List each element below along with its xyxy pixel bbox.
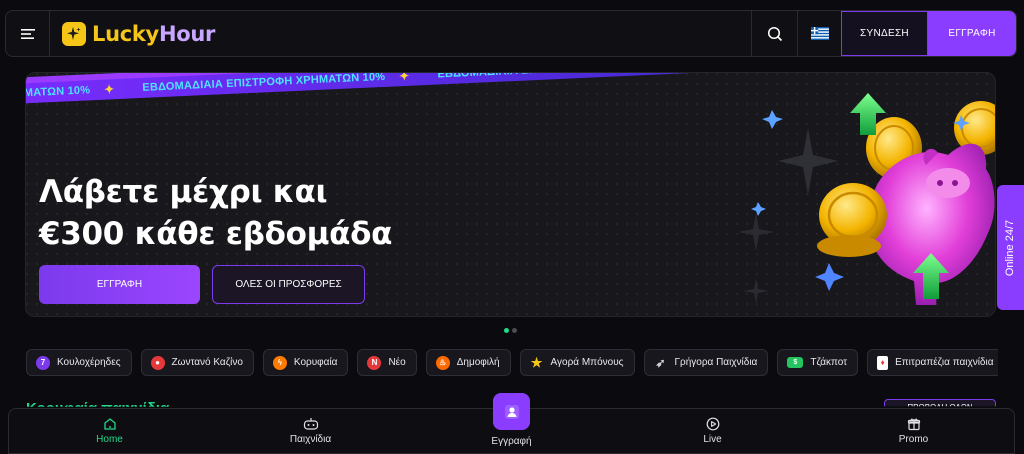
category-table-games[interactable]: ♦ Επιτραπέζια παιχνίδια bbox=[867, 349, 998, 376]
login-button[interactable]: ΣΥΝΔΕΣΗ bbox=[841, 11, 928, 56]
category-top[interactable]: ϟ Κορυφαία bbox=[262, 349, 349, 376]
nav-live[interactable]: Live bbox=[612, 409, 813, 453]
nav-register[interactable]: Εγγραφή bbox=[411, 393, 612, 453]
piggy-bank-illustration bbox=[738, 93, 995, 305]
all-promotions-button[interactable]: ΟΛΕΣ ΟΙ ΠΡΟΣΦΟΡΕΣ bbox=[212, 265, 365, 304]
logo-sparkle-icon bbox=[62, 21, 86, 46]
greece-flag-icon bbox=[810, 27, 829, 40]
online-support-tab[interactable]: Online 24/7 bbox=[997, 185, 1024, 310]
category-bonus-buy[interactable]: ★ Αγορά Μπόνους bbox=[519, 349, 635, 376]
category-popular[interactable]: ♨ Δημοφιλή bbox=[425, 349, 511, 376]
seven-icon: 7 bbox=[36, 355, 50, 370]
ribbon-text: ΕΒΔΟΜΑΔΙΑΙΑ ΕΠΙΣΤΡΟΦΗ ΧΡΗΜΑΤΩΝ 10% bbox=[437, 73, 680, 81]
online-support-label: Online 24/7 bbox=[1004, 219, 1017, 276]
banner-register-button[interactable]: ΕΓΓΡΑΦΗ bbox=[39, 265, 200, 304]
top-header: LuckyHour ΣΥΝΔΕΣΗ ΕΓΓΡΑΦΗ bbox=[5, 10, 1017, 57]
gamepad-icon bbox=[303, 418, 318, 430]
live-dot-icon: ● bbox=[150, 355, 165, 370]
logo-text: LuckyHour bbox=[92, 21, 216, 46]
rocket-icon: ➶ bbox=[655, 355, 666, 370]
new-badge-icon: N bbox=[367, 355, 382, 370]
category-live-casino[interactable]: ● Ζωντανό Καζίνο bbox=[140, 349, 254, 376]
category-slots[interactable]: 7 Κουλοχέρηδες bbox=[26, 349, 132, 376]
hamburger-icon bbox=[20, 28, 35, 39]
category-jackpot[interactable]: $ Τζάκποτ bbox=[777, 349, 859, 376]
search-icon bbox=[767, 26, 782, 41]
slider-dots bbox=[504, 328, 517, 333]
nav-games[interactable]: Παιχνίδια bbox=[210, 409, 411, 453]
home-icon bbox=[103, 418, 116, 430]
ribbon-text: ΧΡΗΜΑΤΩΝ 10% bbox=[25, 84, 91, 101]
flame-icon: ♨ bbox=[435, 355, 450, 370]
bottom-navigation: Home Παιχνίδια Εγγραφή Live Promo bbox=[8, 393, 1015, 454]
search-button[interactable] bbox=[751, 11, 797, 56]
play-circle-icon bbox=[706, 417, 719, 431]
category-chips: 7 Κουλοχέρηδες ● Ζωντανό Καζίνο ϟ Κορυφα… bbox=[26, 349, 998, 376]
category-fast-games[interactable]: ➶ Γρήγορα Παιχνίδια bbox=[643, 349, 769, 376]
promo-banner[interactable]: ΧΡΗΜΑΤΩΝ 10% ✦ ΕΒΔΟΜΑΔΙΑΙΑ ΕΠΙΣΤΡΟΦΗ ΧΡΗΜ… bbox=[25, 72, 996, 317]
page: LuckyHour ΣΥΝΔΕΣΗ ΕΓΓΡΑΦΗ ΧΡΗΜΑΤΩΝ 10% ✦ … bbox=[0, 0, 1024, 454]
money-icon: $ bbox=[787, 357, 804, 368]
language-selector[interactable] bbox=[797, 11, 841, 56]
user-icon bbox=[504, 404, 519, 419]
cards-icon: ♦ bbox=[877, 355, 889, 370]
register-button[interactable]: ΕΓΓΡΑΦΗ bbox=[928, 11, 1016, 56]
logo[interactable]: LuckyHour bbox=[50, 11, 215, 56]
slider-dot-1[interactable] bbox=[504, 328, 509, 333]
nav-home[interactable]: Home bbox=[9, 409, 210, 453]
slider-dot-2[interactable] bbox=[512, 328, 517, 333]
nav-promo[interactable]: Promo bbox=[813, 409, 1014, 453]
register-user-button[interactable] bbox=[493, 393, 530, 430]
sparkle-icon: ✦ bbox=[398, 72, 410, 84]
gift-icon bbox=[907, 418, 920, 431]
sparkle-icon: ✦ bbox=[103, 82, 115, 97]
menu-button[interactable] bbox=[6, 11, 50, 56]
lightning-icon: ϟ bbox=[272, 355, 287, 370]
category-new[interactable]: N Νέο bbox=[357, 349, 417, 376]
star-icon: ★ bbox=[530, 354, 543, 370]
banner-headline: Λάβετε μέχρι και €300 κάθε εβδομάδα bbox=[39, 174, 393, 252]
ribbon-text: ΕΒΔΟΜΑΔΙΑΙΑ ΕΠΙΣΤΡΟΦΗ ΧΡΗΜΑΤΩΝ 10% bbox=[142, 72, 386, 94]
